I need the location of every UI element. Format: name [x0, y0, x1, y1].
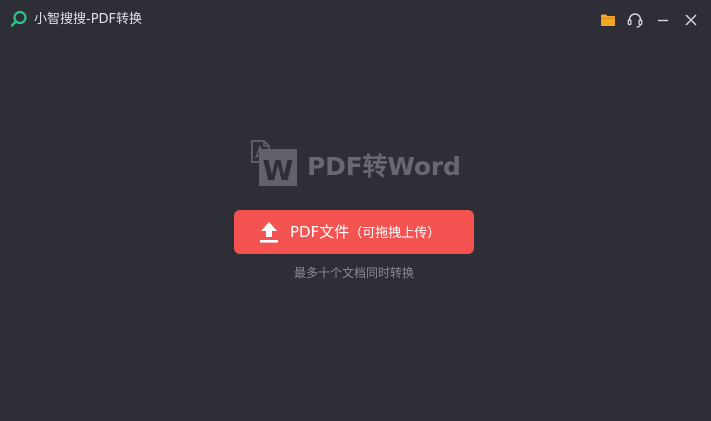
close-button[interactable] — [681, 10, 701, 30]
conversion-mode-header: W PDF转Word — [250, 140, 480, 188]
upload-pdf-button[interactable]: PDF文件（可拖拽上传） — [234, 210, 474, 254]
pdf-to-word-icon: W — [251, 140, 297, 187]
folder-icon — [601, 14, 615, 26]
upload-label-text: PDF文件 — [290, 223, 350, 241]
upload-icon — [260, 222, 278, 243]
batch-limit-hint: 最多十个文档同时转换 — [293, 266, 414, 280]
drag-hint: （可拖拽上传） — [349, 226, 441, 241]
search-logo-icon — [10, 10, 27, 27]
headset-icon — [627, 13, 643, 28]
minimize-icon — [658, 19, 668, 22]
open-folder-button[interactable] — [598, 10, 618, 30]
support-button[interactable] — [625, 10, 645, 30]
titlebar: 小智搜搜-PDF转换 — [0, 0, 711, 40]
app-title: 小智搜搜-PDF转换 — [34, 12, 143, 27]
mode-title: PDF转Word — [307, 152, 461, 181]
minimize-button[interactable] — [653, 10, 673, 30]
app-window: 小智搜搜-PDF转换 W PDF转Word PDF文件（可拖拽上传） 最多十个文… — [0, 0, 711, 421]
upload-label: PDF文件（可拖拽上传） — [290, 222, 440, 244]
close-icon — [685, 14, 697, 26]
word-letter: W — [263, 154, 294, 187]
